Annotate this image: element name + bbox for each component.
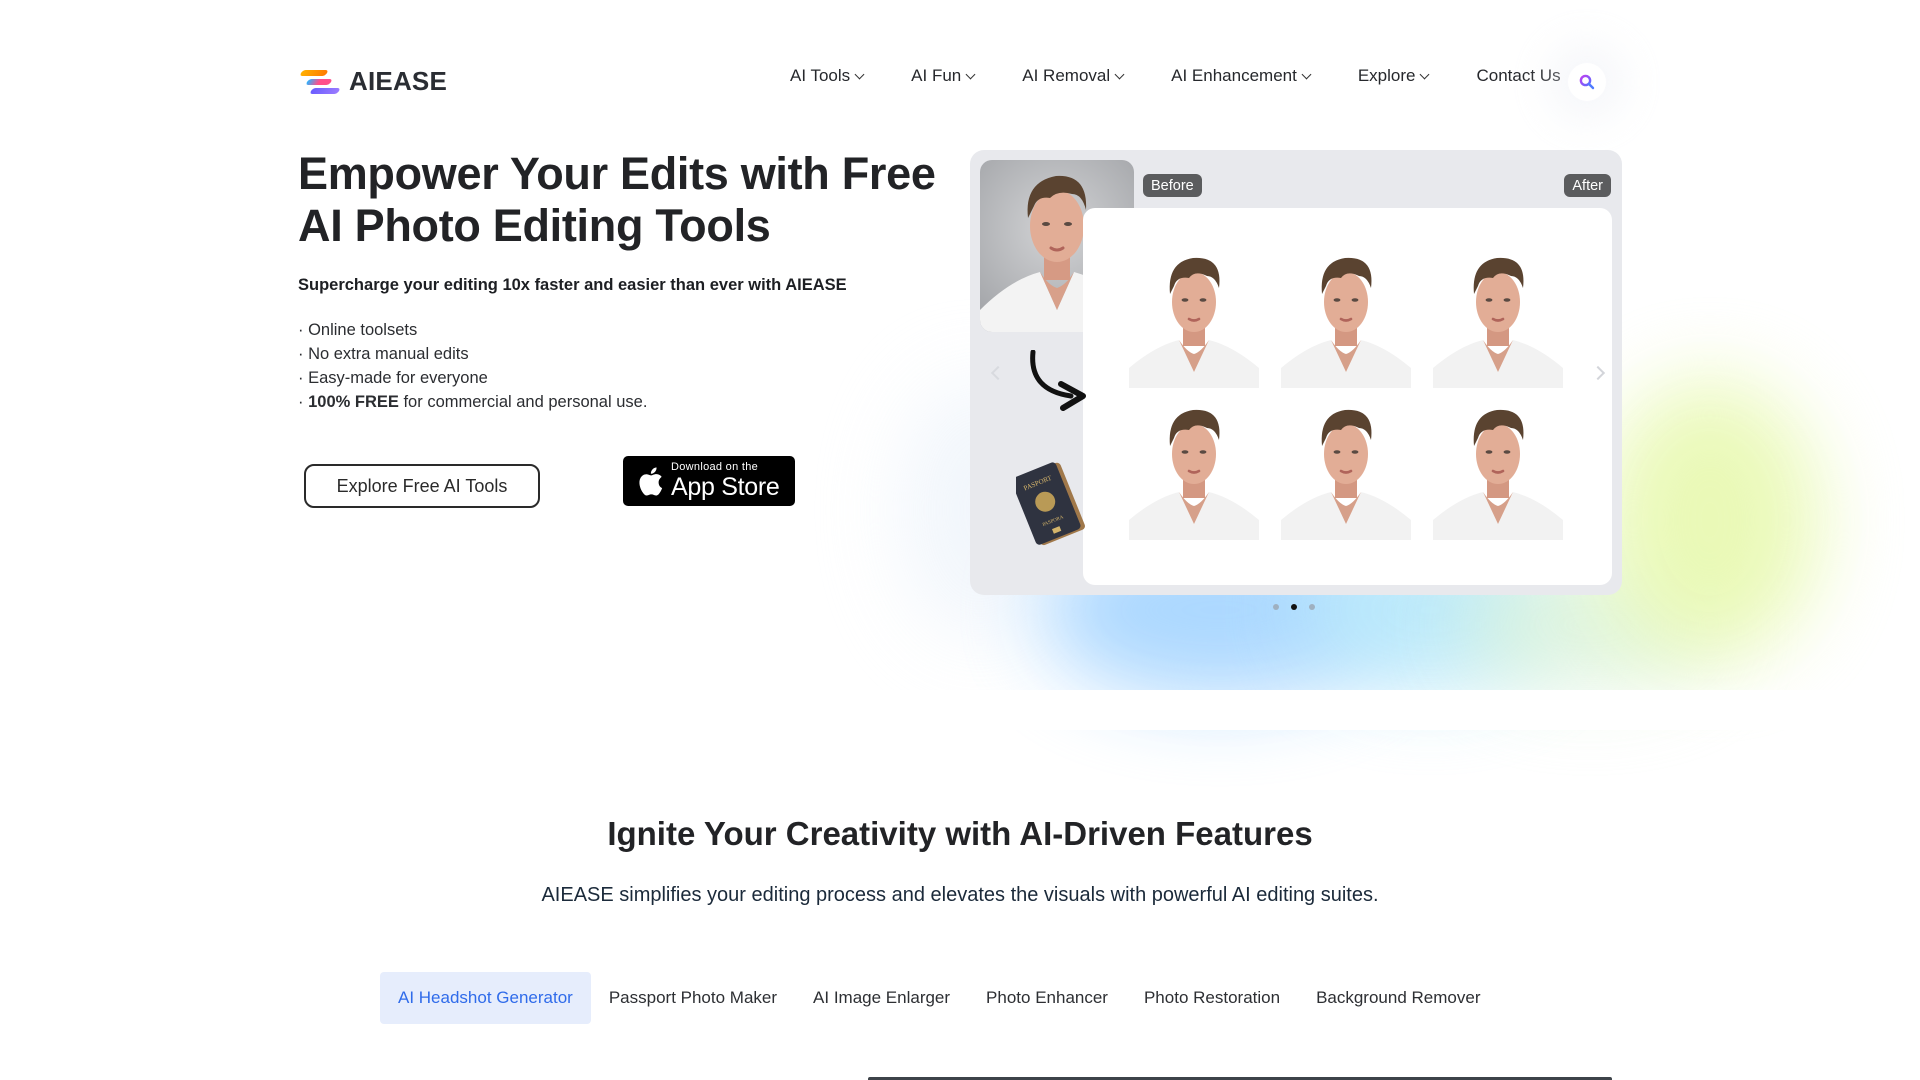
chevron-down-icon bbox=[1114, 69, 1125, 79]
nav-label: Contact Us bbox=[1476, 66, 1561, 85]
nav-label: AI Enhancement bbox=[1171, 66, 1297, 85]
search-icon bbox=[1579, 74, 1595, 90]
main-nav: AI Tools AI Fun AI Removal AI Enhancemen… bbox=[790, 64, 1561, 88]
tab-photo-enhancer[interactable]: Photo Enhancer bbox=[968, 972, 1126, 1024]
tab-ai-headshot-generator[interactable]: AI Headshot Generator bbox=[380, 972, 591, 1024]
background-glow bbox=[1600, 380, 1820, 660]
features-subtitle: AIEASE simplifies your editing process a… bbox=[541, 884, 1379, 906]
passport-headshot-image bbox=[1281, 246, 1411, 388]
chevron-left-icon bbox=[990, 365, 1006, 381]
hero-title-line: AI Photo Editing Tools bbox=[298, 200, 771, 251]
passport-icon: PASPORT PASPORA bbox=[1016, 462, 1085, 546]
carousel-dot[interactable] bbox=[1273, 604, 1279, 610]
nav-item-ai-fun[interactable]: AI Fun bbox=[911, 66, 976, 86]
apple-icon bbox=[639, 466, 663, 496]
curved-arrow-icon bbox=[1030, 350, 1086, 411]
before-after-carousel: Before After PASPORT PASPORA bbox=[970, 150, 1622, 595]
tab-passport-photo-maker[interactable]: Passport Photo Maker bbox=[591, 972, 795, 1024]
passport-headshot-image bbox=[1129, 246, 1259, 388]
nav-item-ai-removal[interactable]: AI Removal bbox=[1022, 66, 1125, 86]
feature-tabs: AI Headshot Generator Passport Photo Mak… bbox=[380, 972, 1498, 1024]
chevron-down-icon bbox=[1301, 69, 1312, 79]
features-title: Ignite Your Creativity with AI-Driven Fe… bbox=[607, 815, 1313, 852]
after-badge: After bbox=[1564, 174, 1611, 197]
passport-headshot-image bbox=[1433, 398, 1563, 540]
explore-free-ai-tools-button[interactable]: Explore Free AI Tools bbox=[304, 464, 540, 508]
aiease-logo-icon bbox=[299, 68, 341, 96]
list-item: · 100% FREE for commercial and personal … bbox=[298, 393, 648, 411]
brand-name: AIEASE bbox=[349, 66, 448, 96]
nav-item-contact-us[interactable]: Contact Us bbox=[1476, 66, 1560, 86]
app-store-big-text: App Store bbox=[671, 473, 780, 501]
nav-item-ai-tools[interactable]: AI Tools bbox=[790, 66, 865, 86]
nav-item-explore[interactable]: Explore bbox=[1357, 66, 1430, 86]
carousel-prev-button[interactable] bbox=[988, 358, 1008, 388]
tab-ai-image-enlarger[interactable]: AI Image Enlarger bbox=[795, 972, 968, 1024]
list-item: · No extra manual edits bbox=[298, 345, 469, 363]
list-item: · Online toolsets bbox=[298, 321, 418, 339]
passport-headshot-image bbox=[1433, 246, 1563, 388]
passport-headshot-image bbox=[1281, 398, 1411, 540]
hero-subtitle: Supercharge your editing 10x faster and … bbox=[298, 276, 847, 294]
chevron-down-icon bbox=[1420, 69, 1430, 79]
tab-photo-restoration[interactable]: Photo Restoration bbox=[1126, 972, 1298, 1024]
nav-label: AI Fun bbox=[911, 66, 962, 85]
chevron-down-icon bbox=[854, 69, 865, 79]
chevron-down-icon bbox=[965, 69, 976, 79]
nav-item-ai-enhancement[interactable]: AI Enhancement bbox=[1171, 66, 1312, 86]
hero-title-line: Empower Your Edits with Free bbox=[298, 148, 936, 199]
brand-logo[interactable]: AIEASE bbox=[299, 66, 447, 97]
search-button[interactable] bbox=[1568, 63, 1606, 101]
carousel-pagination bbox=[1273, 604, 1315, 610]
free-highlight: 100% FREE bbox=[308, 393, 399, 411]
hero-feature-list: · Online toolsets · No extra manual edit… bbox=[298, 318, 647, 414]
carousel-next-button[interactable] bbox=[1588, 358, 1608, 388]
list-item: · Easy-made for everyone bbox=[298, 369, 488, 387]
chevron-right-icon bbox=[1590, 365, 1606, 381]
passport-headshot-image bbox=[1129, 398, 1259, 540]
app-store-download-button[interactable]: Download on the App Store bbox=[623, 456, 795, 506]
carousel-dot[interactable] bbox=[1309, 604, 1315, 610]
tab-background-remover[interactable]: Background Remover bbox=[1298, 972, 1498, 1024]
carousel-dot[interactable] bbox=[1291, 604, 1297, 610]
nav-label: AI Tools bbox=[790, 66, 851, 85]
before-badge: Before bbox=[1143, 174, 1202, 197]
nav-label: Explore bbox=[1357, 66, 1416, 85]
passport-results-grid bbox=[1129, 246, 1563, 540]
app-store-small-text: Download on the bbox=[671, 461, 759, 473]
nav-label: AI Removal bbox=[1022, 66, 1111, 85]
hero-title: Empower Your Edits with Free AI Photo Ed… bbox=[298, 148, 938, 252]
